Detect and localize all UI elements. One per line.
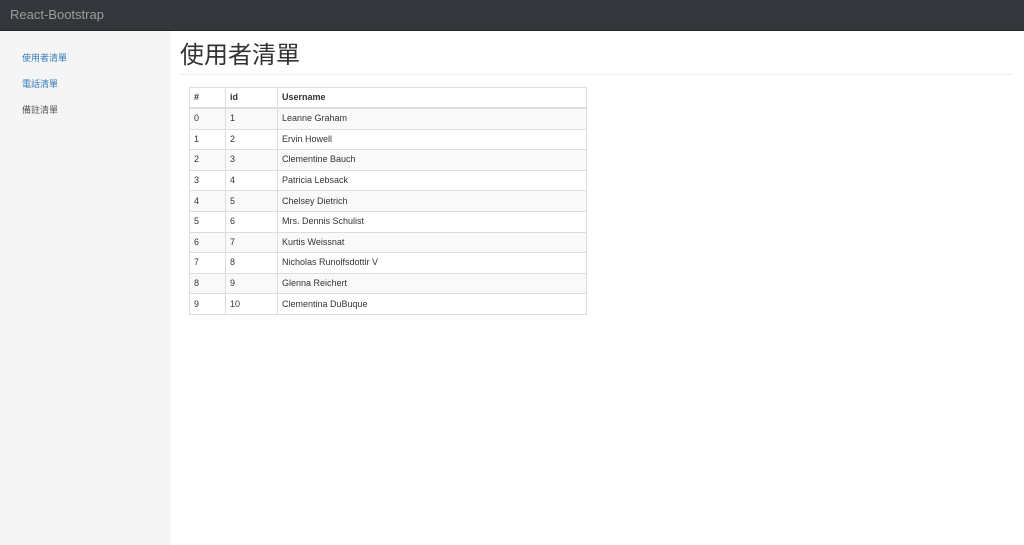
cell-id: 2: [225, 128, 278, 151]
cell-username: Mrs. Dennis Schulist: [277, 210, 587, 233]
cell-username: Chelsey Dietrich: [277, 190, 587, 212]
navbar-brand-link[interactable]: React-Bootstrap: [10, 7, 104, 23]
table-row: 5 6 Mrs. Dennis Schulist: [189, 210, 587, 233]
column-header-id: id: [225, 87, 278, 109]
table-header: # id Username: [189, 87, 587, 109]
title-divider: [180, 74, 1012, 75]
cell-id: 9: [225, 272, 278, 295]
column-header-index: #: [189, 87, 226, 109]
cell-index: 0: [189, 107, 226, 130]
cell-index: 6: [189, 231, 226, 254]
cell-username: Patricia Lebsack: [277, 169, 587, 192]
cell-index: 2: [189, 149, 226, 171]
table-row: 4 5 Chelsey Dietrich: [189, 190, 587, 212]
cell-index: 4: [189, 190, 226, 212]
table-header-row: # id Username: [189, 87, 587, 109]
cell-index: 9: [189, 293, 226, 315]
table-row: 3 4 Patricia Lebsack: [189, 169, 587, 192]
cell-username: Clementine Bauch: [277, 149, 587, 171]
cell-index: 7: [189, 252, 226, 274]
cell-id: 3: [225, 149, 278, 171]
main-content: 使用者清單 # id Username 0 1 Leanne Graham 1 2 Erv…: [170, 31, 1024, 545]
table-row: 2 3 Clementine Bauch: [189, 149, 587, 171]
sidebar: 使用者清單 電話清單 備註清單: [0, 31, 170, 545]
column-header-username: Username: [277, 87, 587, 109]
cell-id: 6: [225, 210, 278, 233]
cell-username: Kurtis Weissnat: [277, 231, 587, 254]
cell-id: 8: [225, 252, 278, 274]
table-body: 0 1 Leanne Graham 1 2 Ervin Howell 2 3 Clementin…: [189, 107, 587, 315]
table-row: 9 10 Clementina DuBuque: [189, 293, 587, 315]
cell-id: 7: [225, 231, 278, 254]
table-row: 8 9 Glenna Reichert: [189, 272, 587, 295]
cell-id: 10: [225, 293, 278, 315]
users-table: # id Username 0 1 Leanne Graham 1 2 Ervin How…: [189, 87, 587, 315]
sidebar-item-phones[interactable]: 電話清單: [22, 78, 58, 90]
cell-username: Ervin Howell: [277, 128, 587, 151]
cell-id: 1: [225, 107, 278, 130]
table-row: 6 7 Kurtis Weissnat: [189, 231, 587, 254]
cell-username: Clementina DuBuque: [277, 293, 587, 315]
sidebar-item-users[interactable]: 使用者清單: [22, 52, 67, 64]
cell-username: Glenna Reichert: [277, 272, 587, 295]
cell-index: 3: [189, 169, 226, 192]
cell-id: 4: [225, 169, 278, 192]
cell-index: 5: [189, 210, 226, 233]
sidebar-item-notes[interactable]: 備註清單: [22, 104, 58, 116]
table-row: 1 2 Ervin Howell: [189, 128, 587, 151]
cell-index: 1: [189, 128, 226, 151]
cell-username: Nicholas Runolfsdottir V: [277, 252, 587, 274]
top-navbar: React-Bootstrap: [0, 0, 1024, 31]
cell-username: Leanne Graham: [277, 107, 587, 130]
table-row: 7 8 Nicholas Runolfsdottir V: [189, 252, 587, 274]
table-row: 0 1 Leanne Graham: [189, 107, 587, 130]
cell-index: 8: [189, 272, 226, 295]
page-title: 使用者清單: [180, 42, 300, 69]
cell-id: 5: [225, 190, 278, 212]
